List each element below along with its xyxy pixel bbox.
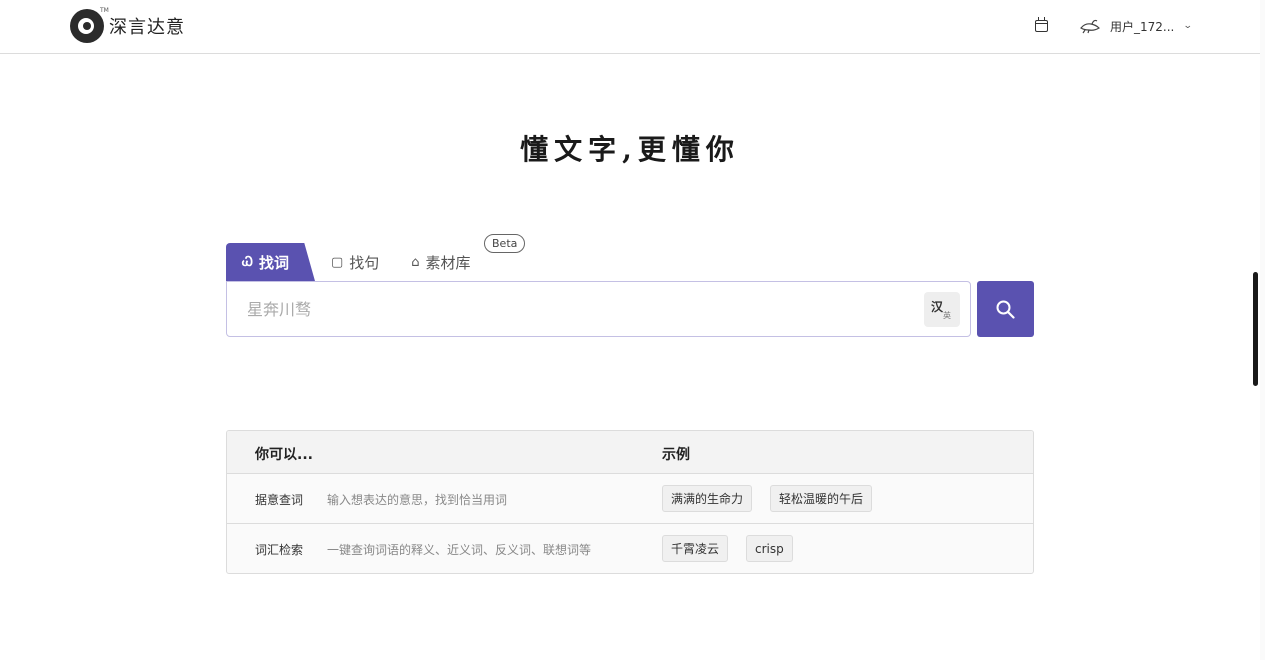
row-feature-name: 词汇检索 [255,543,304,557]
beta-badge: Beta [484,234,526,253]
logo-mark-icon [70,9,104,43]
language-toggle-button[interactable]: 汉 英 [924,292,960,327]
lang-toggle-chinese: 汉 [931,300,944,314]
tab-find-sentence-label: 找句 [349,253,380,272]
row-feature-desc: 输入想表达的意思，找到恰当用词 [327,493,508,507]
table-row: 据意查词 输入想表达的意思，找到恰当用词 满满的生命力 轻松温暖的午后 [227,474,1033,524]
example-chip[interactable]: crisp [746,535,793,562]
find-sentence-icon: ▢ [330,254,344,270]
tab-material-library[interactable]: ⌂ 素材库 [395,243,486,281]
logo-trademark: TM [100,7,109,14]
example-chips: 千霄凌云 crisp [662,535,811,562]
example-chips: 满满的生命力 轻松温暖的午后 [662,485,890,512]
tab-find-word[interactable]: Ꮗ 找词 [226,243,315,281]
row-feature-name: 据意查词 [255,493,304,507]
material-library-icon: ⌂ [411,254,420,270]
table-row: 词汇检索 一键查询词语的释义、近义词、反义词、联想词等 千霄凌云 crisp [227,524,1033,573]
tab-find-word-label: 找词 [258,253,289,272]
example-chip[interactable]: 轻松温暖的午后 [770,485,873,512]
example-chip[interactable]: 满满的生命力 [662,485,753,512]
table-header-row: 你可以... 示例 [227,431,1033,474]
search-mode-tabs: Ꮗ 找词 ▢ 找句 ⌂ 素材库 Beta [226,234,526,281]
user-avatar-icon [1080,19,1100,34]
search-box: 汉 英 [226,281,971,337]
user-menu[interactable]: 用户_172... ⌄ [1079,17,1194,35]
top-header: TM 深言达意 用户_172... ⌄ [0,0,1260,54]
example-chip[interactable]: 千霄凌云 [662,535,729,562]
usage-table: 你可以... 示例 据意查词 输入想表达的意思，找到恰当用词 满满的生命力 轻松… [226,430,1034,574]
lang-toggle-english: 英 [943,311,951,320]
chevron-down-icon: ⌄ [1183,21,1194,31]
tab-material-library-label: 素材库 [425,253,471,272]
search-button[interactable] [977,281,1034,337]
find-word-icon: Ꮗ [242,254,253,270]
page-slogan: 懂文字,更懂你 [520,133,740,166]
search-icon [996,300,1015,319]
table-header-examples: 示例 [662,447,690,463]
logo-text: 深言达意 [109,17,185,38]
scrollbar-track[interactable] [1260,0,1265,660]
calendar-icon[interactable] [1035,17,1048,32]
tab-find-sentence[interactable]: ▢ 找句 [315,243,395,281]
user-name: 用户_172... [1110,19,1175,34]
row-feature-desc: 一键查询词语的释义、近义词、反义词、联想词等 [327,543,592,557]
table-header-you-can: 你可以... [255,447,313,463]
logo[interactable]: TM 深言达意 [70,7,185,43]
search-input[interactable] [247,282,927,336]
scrollbar-thumb[interactable] [1253,272,1258,386]
